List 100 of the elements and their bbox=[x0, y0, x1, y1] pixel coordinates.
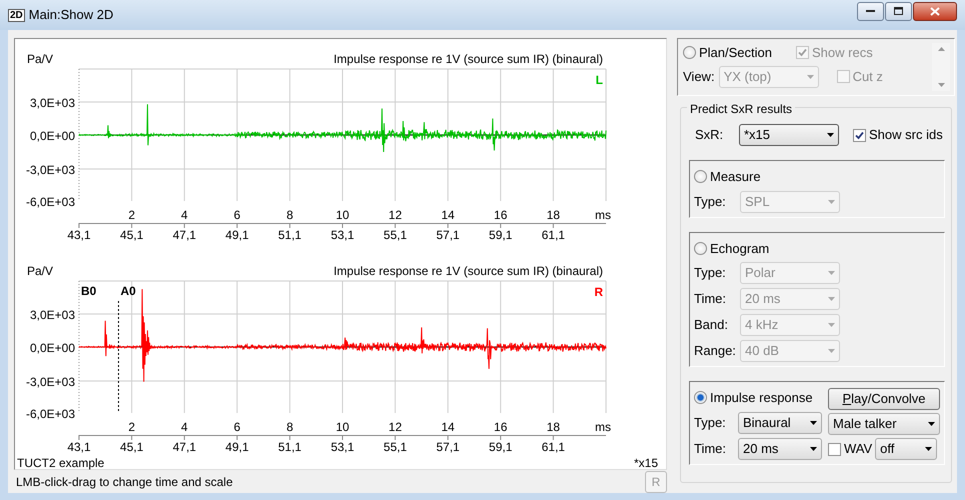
caret-icon bbox=[828, 297, 835, 301]
caret-icon bbox=[827, 133, 834, 137]
y-tick-label: -3,0E+03 bbox=[26, 163, 75, 177]
unit-label: Pa/V bbox=[27, 52, 54, 66]
y-tick-label: 0,0E+00 bbox=[30, 341, 75, 355]
x-tick-label: 51,1 bbox=[278, 440, 302, 454]
y-tick-label: 3,0E+03 bbox=[30, 308, 75, 322]
x-tick-label: 18 bbox=[546, 208, 560, 222]
scroll-up-icon bbox=[938, 47, 944, 51]
unit-label: Pa/V bbox=[27, 264, 54, 278]
dropdown[interactable]: Male talker bbox=[828, 413, 940, 435]
y-tick-label: 3,0E+03 bbox=[30, 96, 75, 110]
x-tick-label: 16 bbox=[494, 208, 508, 222]
x-tick-label: 43,1 bbox=[67, 228, 91, 242]
x-tick-label: 2 bbox=[128, 420, 136, 434]
x-tick-label: 55,1 bbox=[384, 228, 407, 242]
x-tick-label: 61,1 bbox=[542, 440, 565, 454]
field-label: Type: bbox=[694, 414, 727, 432]
checkbox[interactable]: WAV bbox=[828, 439, 872, 459]
radio-button[interactable]: Plan/Section bbox=[683, 43, 772, 62]
maximize-button[interactable] bbox=[885, 2, 912, 20]
x-tick-label: 47,1 bbox=[172, 440, 196, 454]
x-tick-label: 57,1 bbox=[436, 228, 460, 242]
x-tick-label: 51,1 bbox=[278, 228, 302, 242]
y-tick-label: -6,0E+03 bbox=[26, 407, 75, 421]
x-tick-label: 6 bbox=[234, 420, 240, 434]
minimize-icon bbox=[866, 9, 876, 13]
x-tick-label: 61,1 bbox=[542, 228, 565, 242]
scroll-down-icon bbox=[938, 83, 944, 87]
x-tick-label: 43,1 bbox=[67, 440, 91, 454]
y-tick-label: -3,0E+03 bbox=[26, 375, 75, 389]
x-tick-label: 4 bbox=[181, 420, 188, 434]
x-tick-label: 55,1 bbox=[384, 440, 407, 454]
caret-icon bbox=[810, 446, 817, 450]
caret-icon bbox=[928, 422, 935, 426]
x-tick-label: 59,1 bbox=[488, 440, 512, 454]
window-title: Main:Show 2D bbox=[28, 6, 114, 24]
x-tick-label: 45,1 bbox=[120, 228, 144, 242]
x-unit-label: ms bbox=[595, 420, 611, 434]
x-tick-label: 53,1 bbox=[330, 228, 354, 242]
plot-title: Impulse response re 1V (source sum IR) (binaural) bbox=[334, 264, 603, 278]
x-tick-label: 49,1 bbox=[225, 228, 249, 242]
field-label: Type: bbox=[694, 192, 727, 211]
status-text: LMB-click-drag to change time and scale bbox=[16, 474, 233, 490]
field-label: Range: bbox=[694, 342, 736, 360]
x-tick-label: 57,1 bbox=[436, 440, 460, 454]
plot-caption: TUCT2 example bbox=[17, 457, 104, 469]
field-label: Type: bbox=[694, 264, 727, 282]
caret-icon bbox=[828, 200, 835, 204]
close-button[interactable] bbox=[913, 2, 957, 20]
app-icon: 2D bbox=[8, 8, 25, 22]
close-icon bbox=[930, 6, 940, 16]
field-label: SxR: bbox=[695, 126, 724, 144]
x-tick-label: 2 bbox=[128, 208, 136, 222]
x-tick-label: 18 bbox=[546, 420, 560, 434]
field-label: View: bbox=[683, 68, 715, 86]
field-label: Band: bbox=[694, 316, 729, 334]
x-tick-label: 12 bbox=[388, 420, 402, 434]
channel-label: L bbox=[596, 73, 603, 87]
caret-icon bbox=[925, 447, 932, 451]
field-label: Time: bbox=[694, 290, 728, 308]
x-tick-label: 4 bbox=[181, 208, 188, 222]
caret-icon bbox=[828, 349, 835, 353]
x-tick-label: 10 bbox=[336, 208, 350, 222]
field-label: Time: bbox=[694, 440, 728, 458]
x-tick-label: 16 bbox=[494, 420, 508, 434]
caret-icon bbox=[828, 271, 835, 275]
x-tick-label: 45,1 bbox=[120, 440, 144, 454]
x-tick-label: 14 bbox=[441, 208, 455, 222]
radio-button[interactable]: Echogram bbox=[694, 238, 940, 258]
scale-label: *x15 bbox=[634, 457, 658, 469]
x-tick-label: 12 bbox=[388, 208, 402, 222]
radio-button[interactable]: Impulse response bbox=[694, 388, 822, 408]
x-tick-label: 14 bbox=[441, 420, 455, 434]
play-convolve-button[interactable]: Play/Convolve bbox=[828, 388, 940, 410]
x-unit-label: ms bbox=[595, 208, 611, 222]
caret-icon bbox=[806, 74, 814, 78]
caret-icon bbox=[828, 323, 835, 327]
dropdown[interactable]: 20 ms bbox=[738, 438, 822, 460]
plot-title: Impulse response re 1V (source sum IR) (binaural) bbox=[334, 52, 603, 66]
x-tick-label: 10 bbox=[336, 420, 350, 434]
x-tick-label: 8 bbox=[286, 420, 294, 434]
radio-button[interactable]: Measure bbox=[694, 167, 940, 186]
x-tick-label: 53,1 bbox=[330, 440, 354, 454]
minimize-button[interactable] bbox=[857, 2, 884, 20]
dropdown[interactable]: Binaural bbox=[738, 412, 822, 434]
dropdown[interactable]: *x15 bbox=[739, 124, 839, 146]
y-tick-label: -6,0E+03 bbox=[26, 195, 75, 209]
channel-label: R bbox=[594, 285, 603, 299]
x-tick-label: 8 bbox=[286, 208, 294, 222]
scrollbar[interactable] bbox=[932, 43, 950, 91]
marker-label: B0 bbox=[81, 284, 96, 298]
marker-label: A0 bbox=[120, 284, 136, 298]
x-tick-label: 47,1 bbox=[172, 228, 196, 242]
x-tick-label: 6 bbox=[234, 208, 240, 222]
x-tick-label: 49,1 bbox=[225, 440, 249, 454]
maximize-icon bbox=[894, 6, 904, 16]
checkbox[interactable]: Show src ids bbox=[853, 125, 943, 145]
dropdown[interactable]: off bbox=[875, 438, 938, 460]
x-tick-label: 59,1 bbox=[488, 228, 512, 242]
